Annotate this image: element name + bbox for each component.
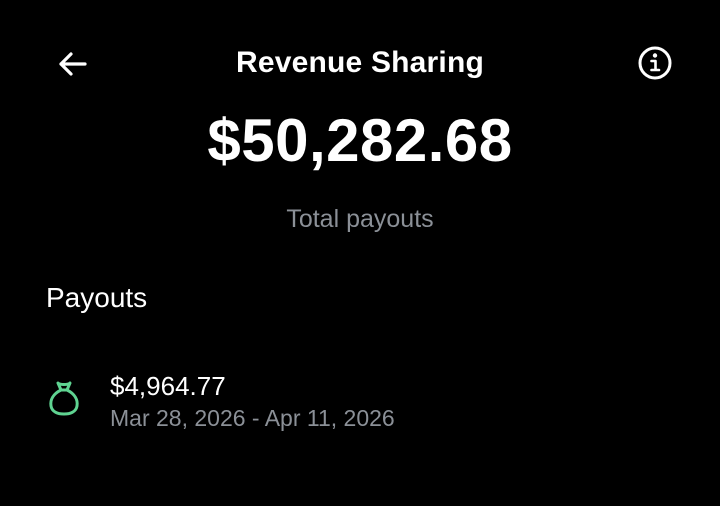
payout-amount: $4,964.77	[110, 371, 226, 401]
payout-date-range: Mar 28, 2026 - Apr 11, 2026	[110, 405, 395, 431]
page-title: Revenue Sharing	[235, 46, 485, 79]
info-circle-icon	[638, 46, 672, 80]
payout-list-item[interactable]: $4,964.77 Mar 28, 2026 - Apr 11, 2026	[0, 360, 720, 440]
payouts-section-heading: Payouts	[46, 282, 148, 313]
money-bag-icon	[49, 381, 79, 416]
info-button[interactable]	[628, 36, 682, 90]
total-payout-label: Total payouts	[286, 205, 434, 233]
total-payout-amount: $50,282.68	[207, 107, 513, 174]
